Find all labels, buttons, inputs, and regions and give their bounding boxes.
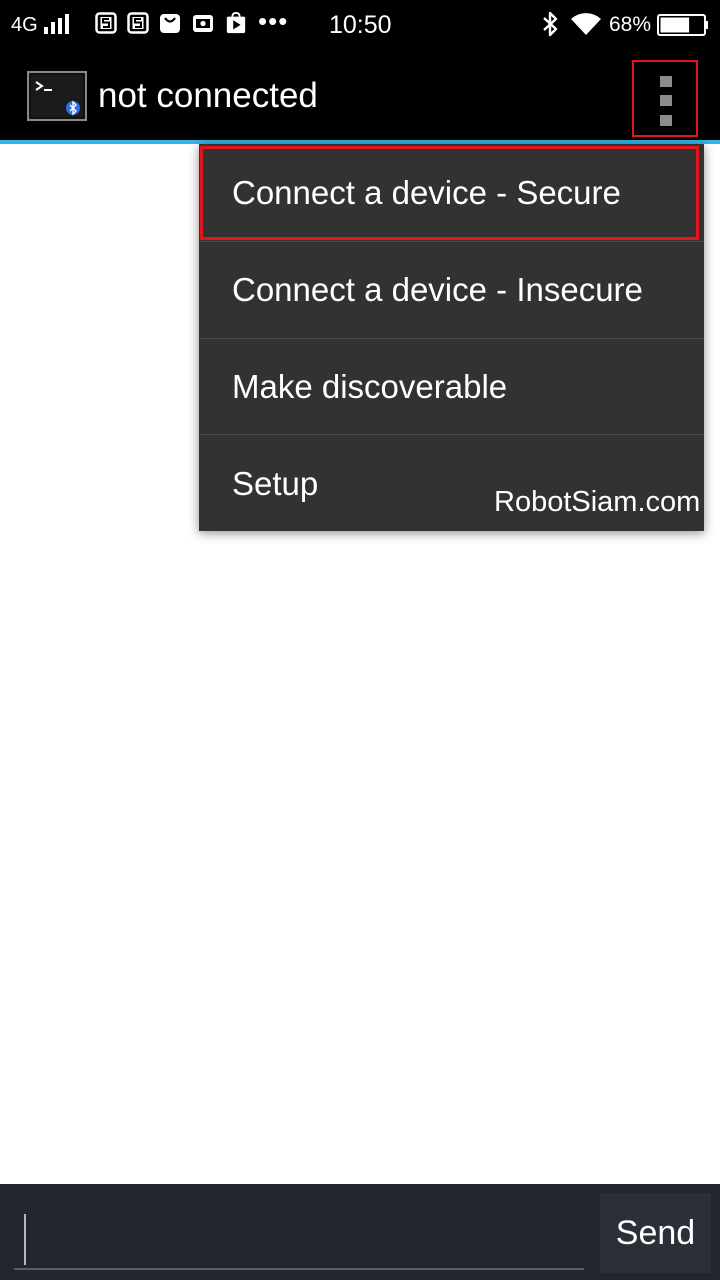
more-notifications-icon: ••• xyxy=(258,6,289,36)
send-button[interactable]: Send xyxy=(600,1193,711,1273)
menu-item-label: Setup xyxy=(232,465,319,502)
overflow-menu-button[interactable] xyxy=(632,60,698,137)
menu-item-label: Connect a device - Insecure xyxy=(232,271,643,308)
battery-percent: 68% xyxy=(609,13,652,36)
s-app-icon xyxy=(127,12,149,34)
page-title: not connected xyxy=(98,76,318,115)
app-bar: not connected xyxy=(0,48,720,140)
menu-item-connect-insecure[interactable]: Connect a device - Insecure xyxy=(199,241,704,338)
highlight-annotation xyxy=(200,146,699,240)
menu-item-label: Make discoverable xyxy=(232,368,508,405)
menu-item-make-discoverable[interactable]: Make discoverable xyxy=(199,338,704,435)
bluetooth-terminal-icon xyxy=(27,71,87,121)
bluetooth-icon xyxy=(543,11,558,37)
clock: 10:50 xyxy=(329,11,392,39)
signal-icon xyxy=(44,14,70,34)
play-store-icon xyxy=(226,12,246,34)
bag-icon xyxy=(160,14,180,33)
text-cursor xyxy=(24,1214,26,1265)
message-input[interactable] xyxy=(14,1200,584,1270)
network-type: 4G xyxy=(11,14,38,36)
status-bar: 4G ••• 10:50 68% xyxy=(0,0,720,48)
battery-icon xyxy=(657,14,708,36)
wifi-icon xyxy=(571,13,601,36)
s-app-icon xyxy=(95,12,117,34)
camera-box-icon xyxy=(193,15,213,32)
watermark: RobotSiam.com xyxy=(494,486,701,518)
